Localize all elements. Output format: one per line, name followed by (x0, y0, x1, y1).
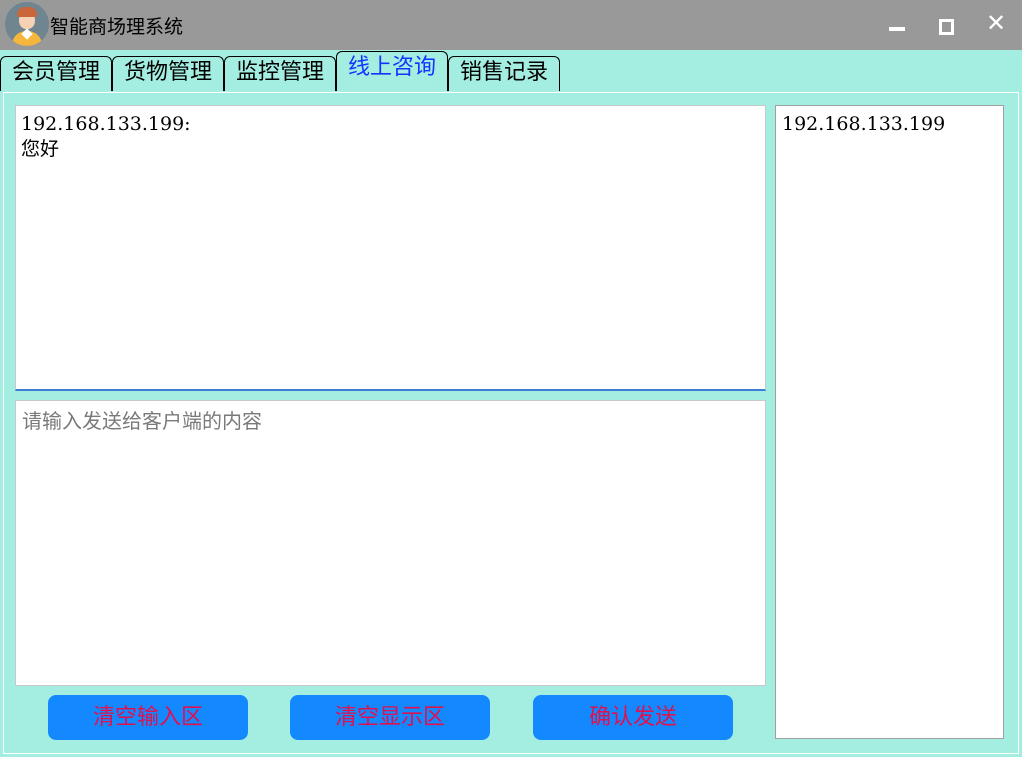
send-button[interactable]: 确认发送 (533, 695, 733, 740)
tab-sales-records[interactable]: 销售记录 (448, 56, 560, 91)
maximize-icon (939, 19, 954, 35)
client-list-item[interactable]: 192.168.133.199 (782, 112, 997, 137)
message-text: 您好 (21, 138, 60, 160)
close-button[interactable]: ✕ (981, 8, 1011, 38)
minimize-icon (889, 27, 905, 31)
tab-online-consultation[interactable]: 线上咨询 (336, 51, 448, 91)
client-list[interactable]: 192.168.133.199 (775, 105, 1004, 739)
tab-member-management[interactable]: 会员管理 (0, 56, 112, 91)
tab-bar: 会员管理 货物管理 监控管理 线上咨询 销售记录 (0, 50, 1022, 91)
tab-goods-management[interactable]: 货物管理 (112, 56, 224, 91)
window-title: 智能商场理系统 (50, 16, 184, 38)
clear-display-button[interactable]: 清空显示区 (290, 695, 490, 740)
close-icon: ✕ (985, 9, 1007, 37)
clear-input-button[interactable]: 清空输入区 (48, 695, 248, 740)
maximize-button[interactable] (932, 10, 962, 40)
avatar-icon (5, 2, 49, 46)
minimize-button[interactable] (882, 10, 912, 40)
title-bar: 智能商场理系统 ✕ (0, 0, 1022, 50)
message-input[interactable] (15, 400, 766, 686)
message-display-area[interactable]: 192.168.133.199: 您好 (15, 105, 766, 391)
message-sender: 192.168.133.199: (21, 113, 191, 135)
tab-monitor-management[interactable]: 监控管理 (224, 56, 336, 91)
